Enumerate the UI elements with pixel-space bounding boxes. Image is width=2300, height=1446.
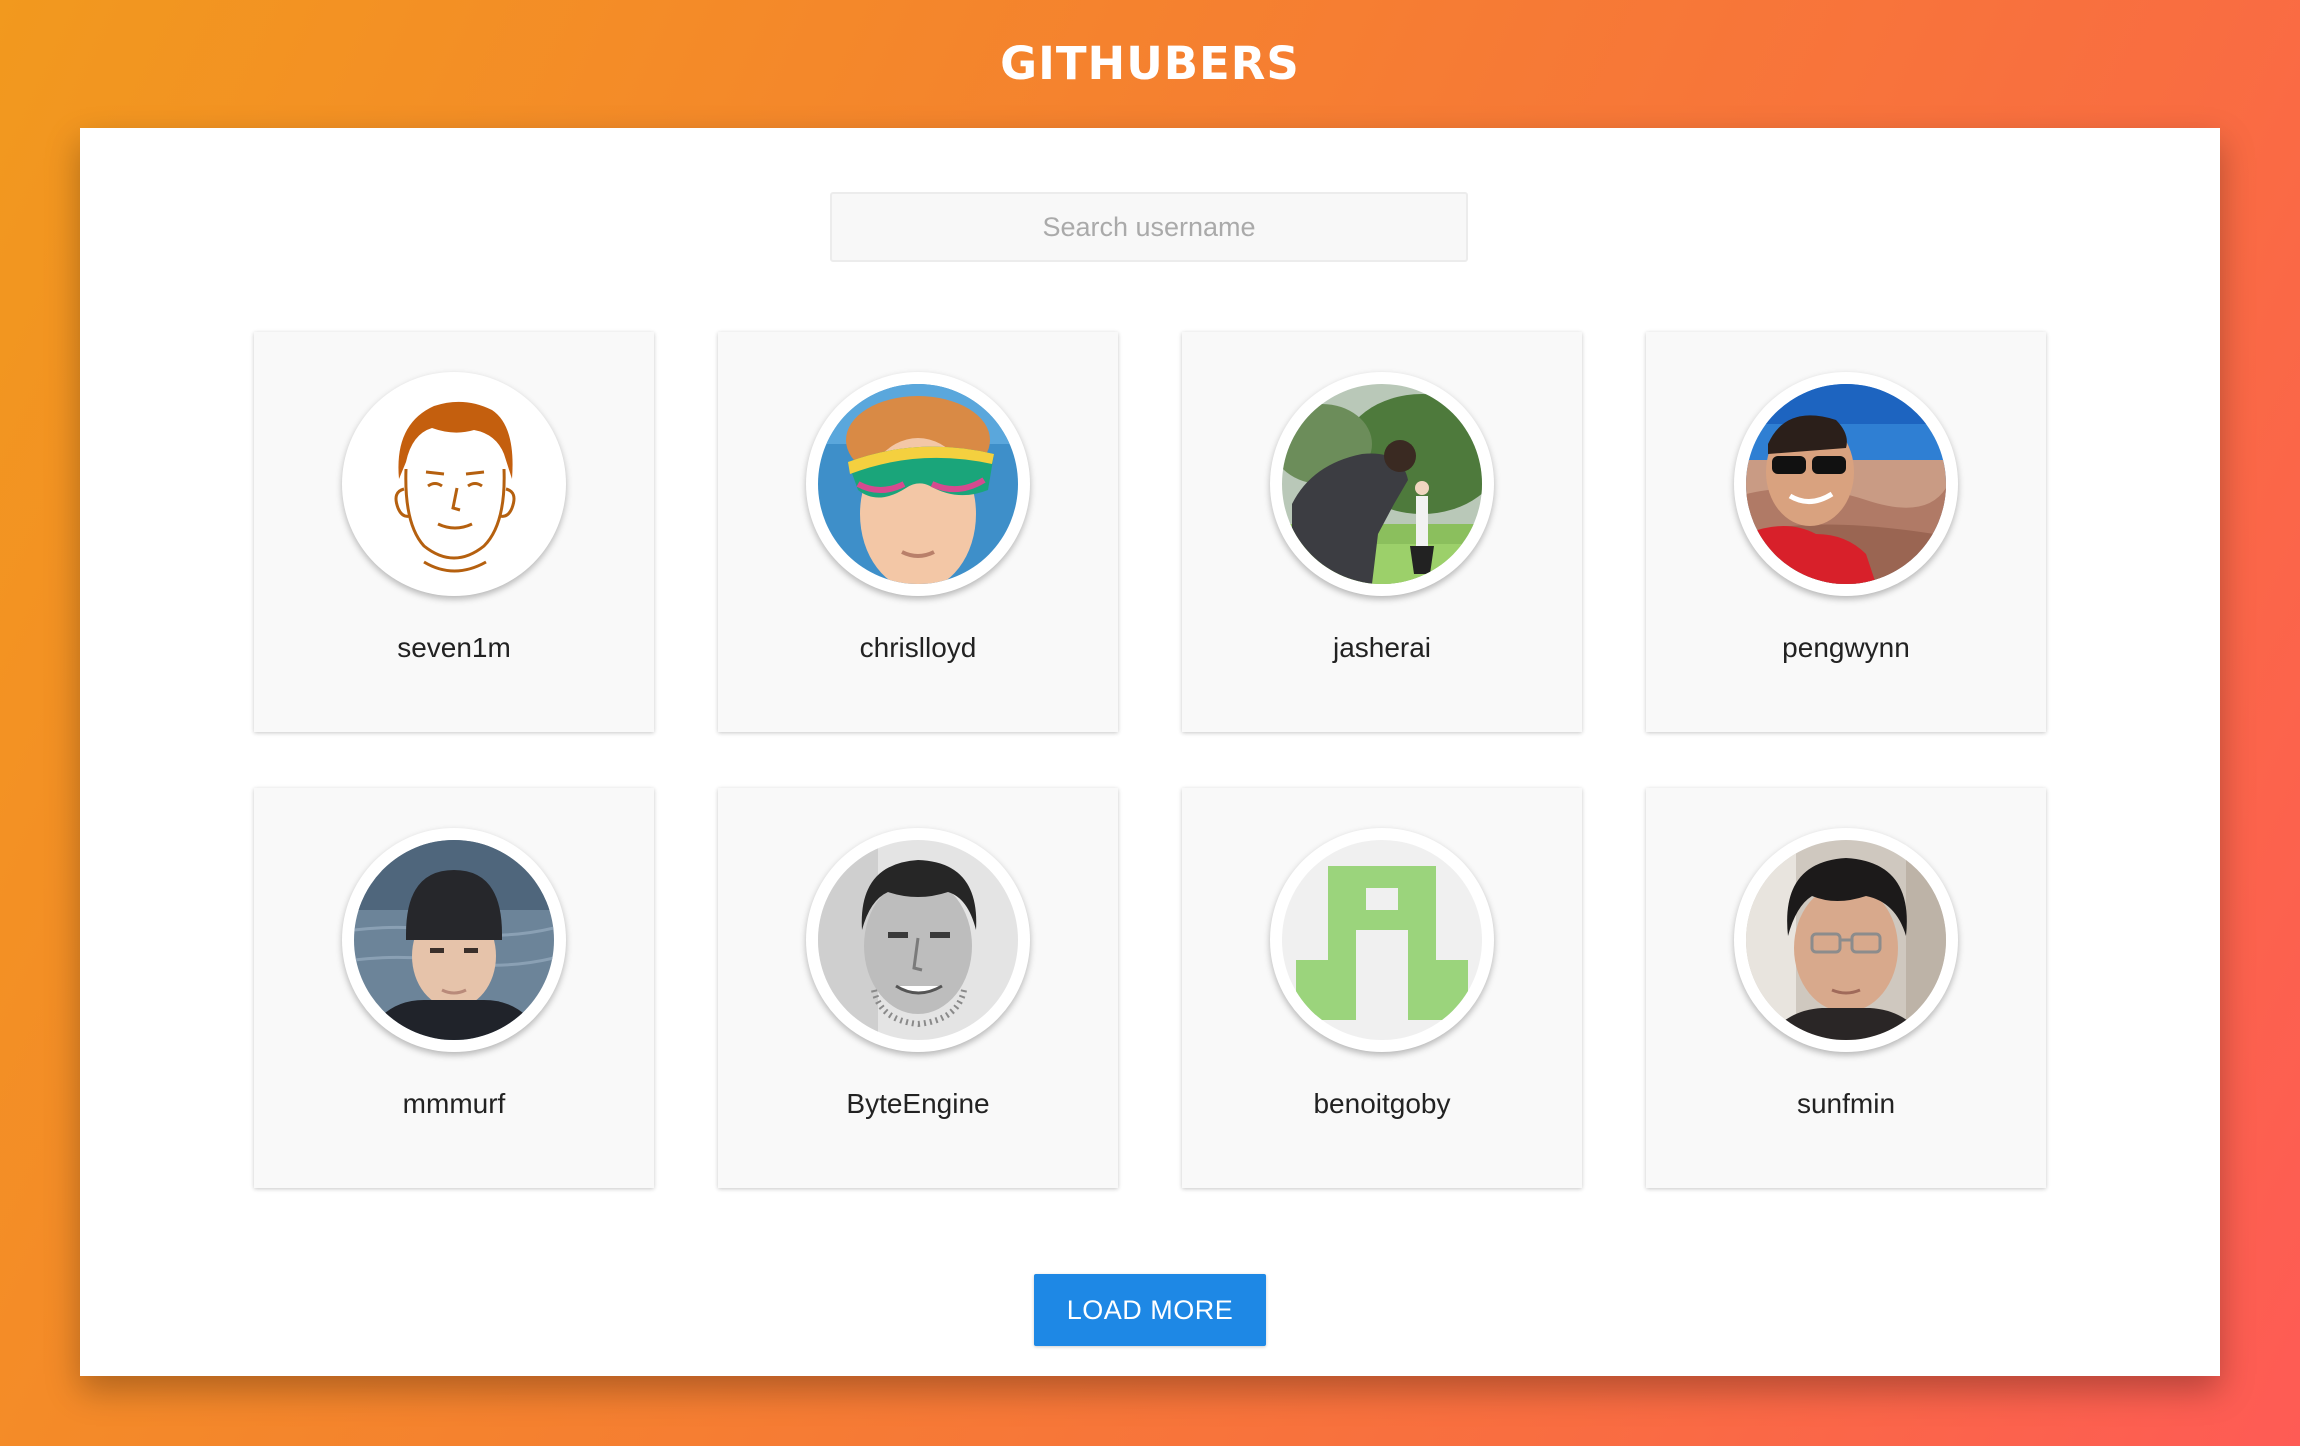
cartoon-face-icon	[354, 384, 554, 584]
avatar	[1734, 828, 1958, 1052]
profile-photo-icon	[354, 840, 554, 1040]
avatar	[342, 828, 566, 1052]
avatar	[806, 372, 1030, 596]
username: jasherai	[1332, 632, 1432, 663]
avatar	[1270, 372, 1494, 596]
search-input[interactable]	[830, 192, 1468, 262]
username: seven1m	[397, 632, 511, 663]
user-card[interactable]: jasherai	[1182, 332, 1582, 732]
username: chrislloyd	[859, 632, 977, 663]
avatar	[1270, 828, 1494, 1052]
identicon-icon	[1282, 840, 1482, 1040]
profile-photo-icon	[818, 840, 1018, 1040]
username: sunfmin	[1796, 1088, 1896, 1119]
username: benoitgoby	[1313, 1088, 1451, 1119]
profile-photo-icon	[1746, 384, 1946, 584]
user-card[interactable]: chrislloyd	[718, 332, 1118, 732]
avatar	[1734, 372, 1958, 596]
user-card[interactable]: ByteEngine	[718, 788, 1118, 1188]
user-card[interactable]: seven1m	[254, 332, 654, 732]
user-card[interactable]: benoitgoby	[1182, 788, 1582, 1188]
username: pengwynn	[1782, 632, 1910, 663]
profile-photo-icon	[818, 384, 1018, 584]
avatar	[806, 828, 1030, 1052]
username: ByteEngine	[846, 1088, 990, 1119]
user-card[interactable]: sunfmin	[1646, 788, 2046, 1188]
profile-photo-icon	[1746, 840, 1946, 1040]
avatar	[342, 372, 566, 596]
username: mmmurf	[402, 1088, 506, 1119]
user-card[interactable]: pengwynn	[1646, 332, 2046, 732]
main-panel: seven1m chrislloyd	[80, 128, 2220, 1376]
profile-photo-icon	[1282, 384, 1482, 584]
load-more-button[interactable]: LOAD MORE	[1034, 1274, 1266, 1346]
user-card[interactable]: mmmurf	[254, 788, 654, 1188]
app-title: GITHUBERS	[1000, 37, 1300, 90]
user-grid: seven1m chrislloyd jasherai pengwynn mmm…	[254, 332, 2048, 1188]
